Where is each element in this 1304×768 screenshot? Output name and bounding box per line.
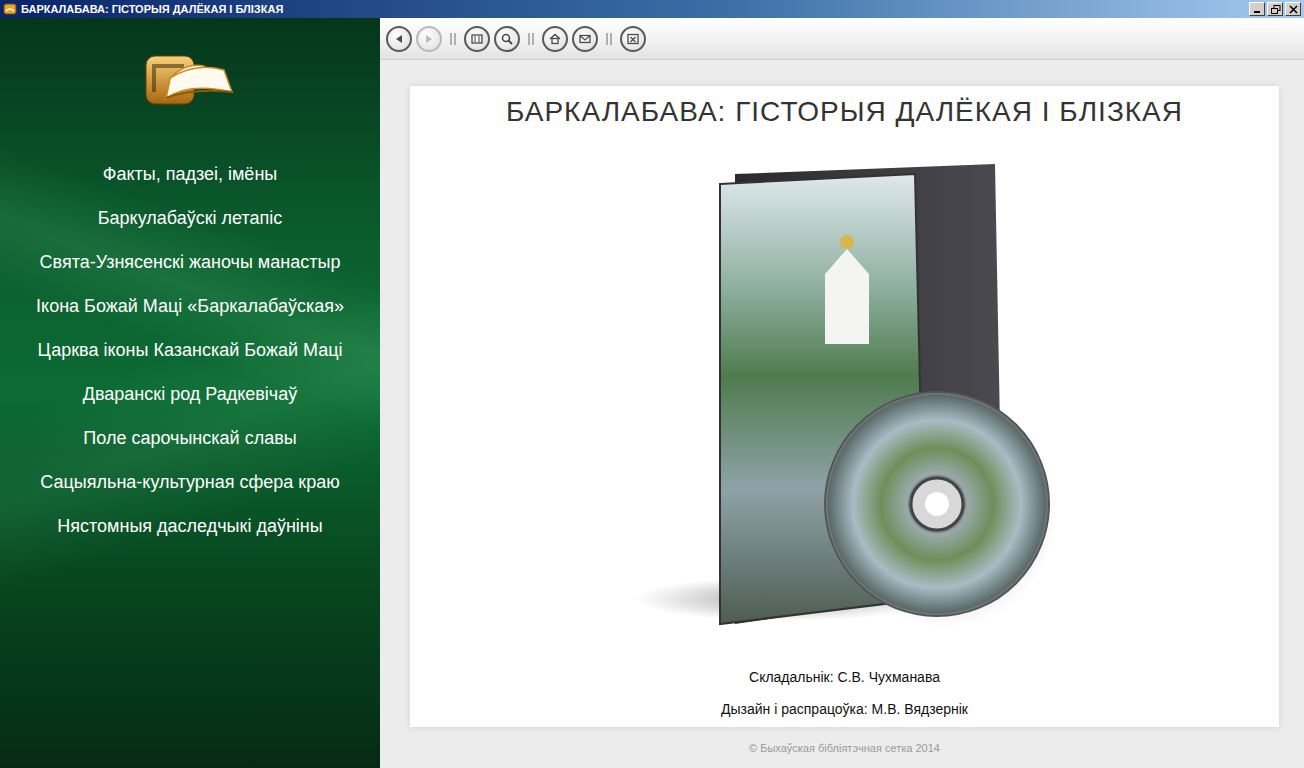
- exit-icon: [626, 32, 640, 46]
- credit-line: Дызайн і распрацоўка: М.В. Вядзернік: [721, 701, 968, 717]
- dvd-cover-picture: [625, 154, 1065, 644]
- sidebar-item[interactable]: Царква іконы Казанскай Божай Маці: [29, 328, 350, 372]
- toolbar: [380, 18, 1304, 60]
- main-area: Факты, падзеі, імёныБаркулабаўскі летапі…: [0, 18, 1304, 768]
- sidebar-item[interactable]: Сацыяльна-культурная сфера краю: [32, 460, 347, 504]
- restore-button[interactable]: [1267, 2, 1283, 16]
- envelope-icon: [578, 32, 592, 46]
- credits: Складальнік: С.В. Чухманава Дызайн і расп…: [721, 669, 968, 719]
- cover-title: БАРКАЛАБАВА: ГІСТОРЫЯ ДАЛЁКАЯ І БЛІЗКАЯ: [506, 96, 1183, 128]
- arrow-right-icon: [422, 32, 436, 46]
- toolbar-separator: [606, 33, 612, 45]
- sidebar-item[interactable]: Поле сарочынскай славы: [75, 416, 304, 460]
- search-button[interactable]: [494, 26, 520, 52]
- toolbar-separator: [450, 33, 456, 45]
- mail-button[interactable]: [572, 26, 598, 52]
- title-bar: БАРКАЛАБАВА: ГІСТОРЫЯ ДАЛЁКАЯ І БЛІЗКАЯ: [0, 0, 1304, 18]
- window-buttons: [1249, 2, 1301, 16]
- credit-line: Складальнік: С.В. Чухманава: [749, 669, 940, 685]
- sidebar: Факты, падзеі, імёныБаркулабаўскі летапі…: [0, 18, 380, 768]
- minimize-icon: [1252, 4, 1263, 15]
- exit-button[interactable]: [620, 26, 646, 52]
- window-title: БАРКАЛАБАВА: ГІСТОРЫЯ ДАЛЁКАЯ І БЛІЗКАЯ: [21, 3, 1249, 15]
- forward-button[interactable]: [416, 26, 442, 52]
- sidebar-item[interactable]: Ікона Божай Маці «Баркалабаўская»: [28, 284, 352, 328]
- cover-art: [625, 128, 1065, 669]
- back-button[interactable]: [386, 26, 412, 52]
- arrow-left-icon: [392, 32, 406, 46]
- app-icon: [3, 3, 17, 15]
- close-icon: [1288, 4, 1299, 15]
- content: БАРКАЛАБАВА: ГІСТОРЫЯ ДАЛЁКАЯ І БЛІЗКАЯ С…: [380, 60, 1304, 768]
- footer: © Быхаўская бібліятэчная сетка 2014: [410, 727, 1279, 768]
- contents-button[interactable]: [464, 26, 490, 52]
- home-button[interactable]: [542, 26, 568, 52]
- sidebar-item[interactable]: Дваранскі род Радкевічаў: [75, 372, 306, 416]
- sidebar-item[interactable]: Свята-Узнясенскі жаночы манастыр: [32, 240, 349, 284]
- cover-card: БАРКАЛАБАВА: ГІСТОРЫЯ ДАЛЁКАЯ І БЛІЗКАЯ С…: [410, 86, 1279, 727]
- minimize-button[interactable]: [1249, 2, 1265, 16]
- sidebar-item[interactable]: Факты, падзеі, імёны: [95, 152, 286, 196]
- sidebar-item[interactable]: Баркулабаўскі летапіс: [90, 196, 291, 240]
- house-icon: [548, 32, 562, 46]
- close-button[interactable]: [1285, 2, 1301, 16]
- sidebar-item[interactable]: Нястомныя даследчыкі даўніны: [49, 504, 330, 548]
- restore-icon: [1270, 4, 1281, 15]
- contents-icon: [470, 32, 484, 46]
- logo-icon: [144, 52, 236, 108]
- sidebar-menu: Факты, падзеі, імёныБаркулабаўскі летапі…: [0, 152, 380, 548]
- toolbar-separator: [528, 33, 534, 45]
- magnifier-icon: [500, 32, 514, 46]
- content-pane: БАРКАЛАБАВА: ГІСТОРЫЯ ДАЛЁКАЯ І БЛІЗКАЯ С…: [380, 18, 1304, 768]
